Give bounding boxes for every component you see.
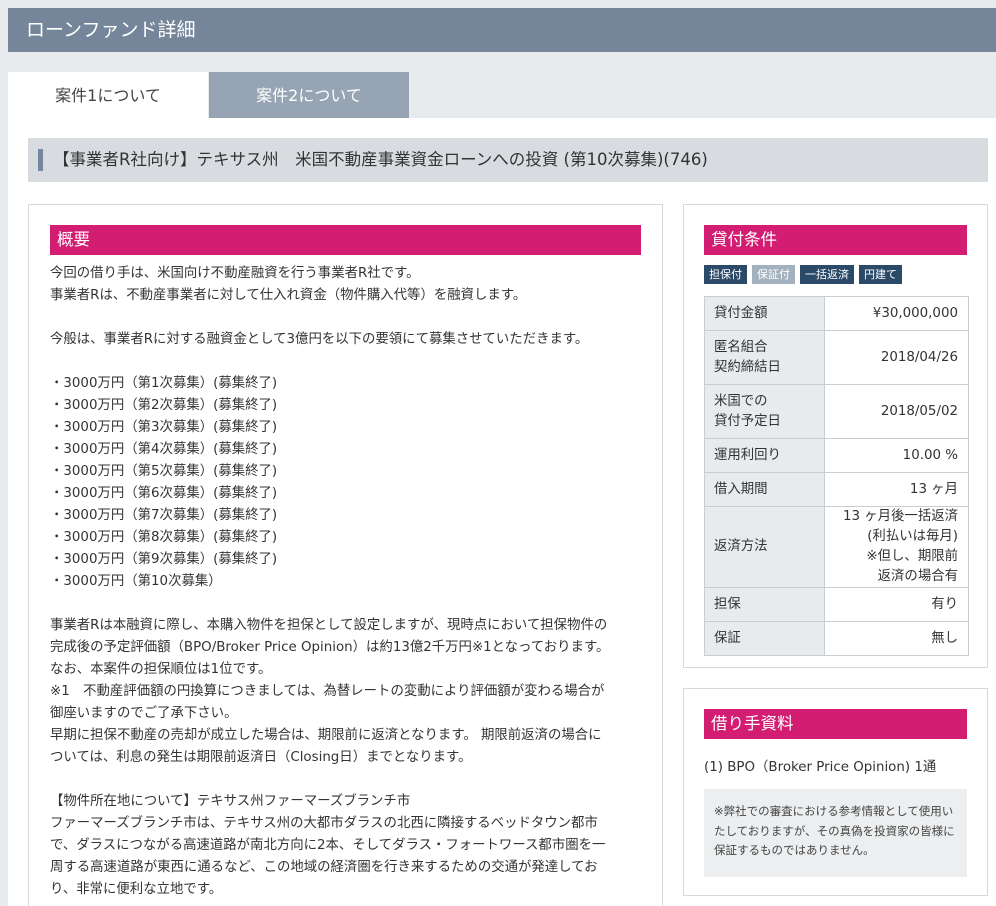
overview-line: ※1 不動産評価額の円換算につきましては、為替レートの変動により評価額が変わる場… bbox=[50, 684, 605, 699]
overview-line: ・3000万円（第4次募集）(募集終了) bbox=[50, 442, 278, 457]
fund-title: 【事業者R社向け】テキサス州 米国不動産事業資金ローンへの投資 (第10次募集)… bbox=[53, 150, 708, 169]
terms-row: 担保 有り bbox=[704, 587, 969, 622]
terms-row: 運用利回り 10.00 % bbox=[704, 438, 969, 473]
terms-label: 米国での 貸付予定日 bbox=[704, 384, 825, 439]
tab-content: 【事業者R社向け】テキサス州 米国不動産事業資金ローンへの投資 (第10次募集)… bbox=[8, 118, 996, 906]
overview-line: 早期に担保不動産の売却が成立した場合は、期限前に返済となります。 期限前返済の場… bbox=[50, 728, 602, 743]
terms-label: 担保 bbox=[704, 587, 825, 622]
overview-line: ついては、利息の発生は期限前返済日（Closing日）までとなります。 bbox=[50, 750, 472, 765]
overview-line: 【物件所在地について】テキサス州ファーマーズブランチ市 bbox=[50, 794, 411, 809]
terms-label: 保証 bbox=[704, 621, 825, 656]
overview-line: ・3000万円（第1次募集）(募集終了) bbox=[50, 376, 278, 391]
terms-row: 米国での 貸付予定日 2018/05/02 bbox=[704, 384, 969, 439]
page-header: ローンファンド詳細 bbox=[8, 8, 996, 52]
terms-row: 貸付金額 ¥30,000,000 bbox=[704, 296, 969, 331]
loan-terms-panel: 貸付条件 担保付 保証付 一括返済 円建て 貸付金額 ¥30,000,000 匿名組合 契約… bbox=[683, 204, 988, 668]
overview-line: ・3000万円（第5次募集）(募集終了) bbox=[50, 464, 278, 479]
terms-value: ¥30,000,000 bbox=[824, 296, 969, 331]
tab-case-1[interactable]: 案件1について bbox=[8, 72, 208, 118]
terms-row: 保証 無し bbox=[704, 621, 969, 656]
overview-line: ・3000万円（第7次募集）(募集終了) bbox=[50, 508, 278, 523]
terms-label: 借入期間 bbox=[704, 472, 825, 507]
condition-badges: 担保付 保証付 一括返済 円建て bbox=[704, 265, 902, 284]
borrower-docs-panel: 借り手資料 (1) BPO（Broker Price Opinion) 1通 ※… bbox=[683, 688, 988, 896]
overview-panel: 概要 今回の借り手は、米国向け不動産融資を行う事業者R社です。事業者Rは、不動産… bbox=[28, 204, 663, 906]
overview-line: 今般は、事業者Rに対する融資金として3億円を以下の要領にて募集させていただきます… bbox=[50, 332, 589, 347]
terms-label: 貸付金額 bbox=[704, 296, 825, 331]
overview-line: ・3000万円（第6次募集）(募集終了) bbox=[50, 486, 278, 501]
terms-value: 13 ヶ月 bbox=[824, 472, 969, 507]
overview-line: ・3000万円（第8次募集）(募集終了) bbox=[50, 530, 278, 545]
tab-case-2[interactable]: 案件2について bbox=[209, 72, 409, 118]
terms-row: 返済方法 13 ヶ月後一括返済 (利払いは毎月) ※但し、期限前 返済の場合有 bbox=[704, 506, 969, 588]
terms-row: 借入期間 13 ヶ月 bbox=[704, 472, 969, 507]
terms-label: 運用利回り bbox=[704, 438, 825, 473]
terms-value: 13 ヶ月後一括返済 (利払いは毎月) ※但し、期限前 返済の場合有 bbox=[824, 506, 969, 588]
title-accent-bar bbox=[38, 149, 43, 171]
overview-line: 事業者Rは、不動産事業者に対して仕入れ資金（物件購入代等）を融資します。 bbox=[50, 288, 527, 303]
terms-label: 返済方法 bbox=[704, 506, 825, 588]
terms-value: 2018/04/26 bbox=[824, 330, 969, 385]
fund-title-bar: 【事業者R社向け】テキサス州 米国不動産事業資金ローンへの投資 (第10次募集)… bbox=[28, 138, 988, 182]
overview-line: ファーマーズブランチ市は、テキサス州の大都市ダラスの北西に隣接するベッドタウン都… bbox=[50, 816, 598, 831]
terms-value: 有り bbox=[824, 587, 969, 622]
terms-row: 匿名組合 契約締結日 2018/04/26 bbox=[704, 330, 969, 385]
overview-line: で、ダラスにつながる高速道路が南北方向に2本、そしてダラス・フォートワース都市圏… bbox=[50, 838, 606, 853]
overview-line: 事業者Rは本融資に際し、本購入物件を担保として設定しますが、現時点において担保物… bbox=[50, 618, 608, 633]
doc-disclaimer: ※弊社での審査における参考情報として使用いたしておりますが、その真偽を投資家の皆… bbox=[704, 789, 967, 877]
terms-value: 2018/05/02 bbox=[824, 384, 969, 439]
condition-badge: 保証付 bbox=[752, 265, 795, 284]
overview-line: 周する高速道路が東西に通るなど、この地域の経済圏を行き来するための交通が発達して… bbox=[50, 860, 598, 875]
overview-line: なお、本案件の担保順位は1位です。 bbox=[50, 662, 272, 677]
condition-badge: 担保付 bbox=[704, 265, 747, 284]
loan-terms-heading: 貸付条件 bbox=[704, 225, 967, 255]
borrower-docs-heading: 借り手資料 bbox=[704, 709, 967, 739]
condition-badge: 一括返済 bbox=[800, 265, 854, 284]
condition-badge: 円建て bbox=[859, 265, 902, 284]
overview-line: ・3000万円（第9次募集）(募集終了) bbox=[50, 552, 278, 567]
page-title: ローンファンド詳細 bbox=[26, 19, 196, 41]
loan-terms-table: 貸付金額 ¥30,000,000 匿名組合 契約締結日 2018/04/26 米国での 貸付… bbox=[704, 296, 969, 656]
overview-line: ・3000万円（第2次募集）(募集終了) bbox=[50, 398, 278, 413]
overview-description: 今回の借り手は、米国向け不動産融資を行う事業者R社です。事業者Rは、不動産事業者… bbox=[50, 263, 650, 901]
overview-line: ・3000万円（第3次募集）(募集終了) bbox=[50, 420, 278, 435]
overview-line: 御座いますのでご了承下さい。 bbox=[50, 706, 238, 721]
terms-value: 無し bbox=[824, 621, 969, 656]
doc-item: (1) BPO（Broker Price Opinion) 1通 bbox=[704, 760, 937, 775]
terms-label: 匿名組合 契約締結日 bbox=[704, 330, 825, 385]
terms-value: 10.00 % bbox=[824, 438, 969, 473]
overview-line: ・3000万円（第10次募集） bbox=[50, 574, 222, 589]
overview-heading: 概要 bbox=[50, 225, 641, 255]
overview-line: 今回の借り手は、米国向け不動産融資を行う事業者R社です。 bbox=[50, 266, 420, 281]
overview-line: り、非常に便利な立地です。 bbox=[50, 882, 223, 897]
overview-line: 完成後の予定評価額（BPO/Broker Price Opinion）は約13億… bbox=[50, 640, 610, 655]
